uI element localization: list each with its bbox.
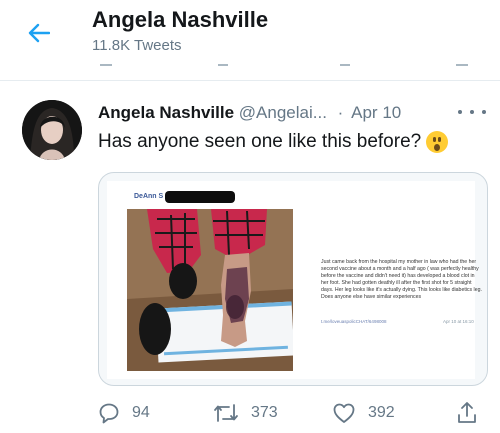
post-body-text: Just came back from the hospital my moth… bbox=[321, 259, 482, 300]
tweet-actions: 94 373 392 bbox=[0, 395, 500, 431]
author-handle[interactable]: @Angelai... bbox=[239, 103, 327, 122]
retweet-button[interactable]: 373 bbox=[213, 401, 278, 425]
arrow-left-icon bbox=[28, 23, 50, 43]
embedded-post-screenshot: DeAnn S Just came back from the hospital… bbox=[107, 181, 482, 379]
post-link: t.me/loveuaspolicCHAT/6498008 bbox=[321, 319, 387, 324]
like-count: 392 bbox=[368, 404, 395, 421]
tweet-text: Has anyone seen one like this before? bbox=[98, 131, 422, 152]
tweet-date[interactable]: Apr 10 bbox=[351, 103, 401, 122]
avatar[interactable] bbox=[22, 100, 82, 160]
tweet-header: Angela Nashville @Angelai... · Apr 10 bbox=[98, 103, 490, 125]
face-with-open-mouth-icon bbox=[426, 131, 448, 153]
redaction-bar bbox=[165, 191, 235, 203]
author-name[interactable]: Angela Nashville bbox=[98, 103, 234, 122]
tweet-count: 11.8K Tweets bbox=[92, 37, 182, 54]
like-button[interactable]: 392 bbox=[332, 401, 395, 425]
more-options-button[interactable] bbox=[458, 104, 486, 120]
post-timestamp: Apr 10 at 16:10 bbox=[443, 319, 474, 324]
tweet-media[interactable]: DeAnn S Just came back from the hospital… bbox=[98, 172, 488, 386]
more-dots-icon bbox=[458, 110, 462, 114]
scrolled-content-edge bbox=[0, 62, 500, 68]
reply-button[interactable]: 94 bbox=[98, 401, 150, 425]
share-button[interactable] bbox=[456, 401, 478, 425]
profile-name: Angela Nashville bbox=[92, 7, 269, 32]
share-icon bbox=[458, 402, 476, 423]
reply-icon bbox=[99, 403, 119, 424]
header-divider bbox=[0, 80, 500, 81]
profile-header: Angela Nashville 11.8K Tweets bbox=[0, 0, 500, 66]
poster-name: DeAnn S bbox=[134, 193, 164, 200]
separator-dot: · bbox=[337, 103, 344, 122]
back-button[interactable] bbox=[22, 16, 56, 50]
reply-count: 94 bbox=[132, 404, 150, 421]
retweet-count: 373 bbox=[251, 404, 278, 421]
heart-icon bbox=[333, 403, 355, 423]
retweet-icon bbox=[214, 404, 238, 422]
post-photo bbox=[127, 209, 293, 371]
